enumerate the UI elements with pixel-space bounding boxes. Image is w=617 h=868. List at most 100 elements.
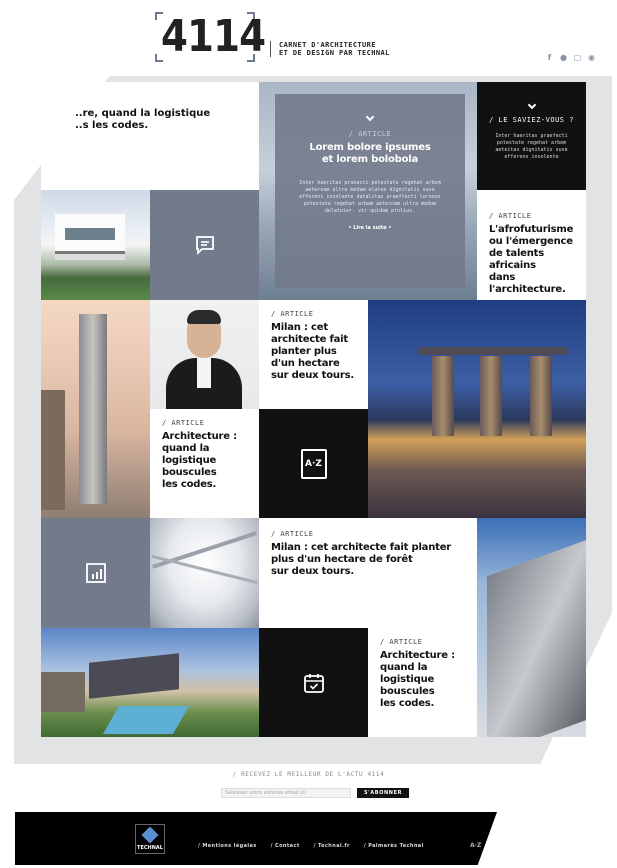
article-title-line: Architecture :: [162, 431, 237, 442]
partial-article-line: ..s les codes.: [75, 120, 149, 131]
tower-shape: [79, 314, 107, 504]
article-kicker: / ARTICLE: [271, 530, 314, 538]
article-kicker: / ARTICLE: [489, 212, 532, 220]
hero-overlay: / ARTICLE Lorem bolore ipsumes et lorem …: [275, 94, 465, 288]
footer-link-legal[interactable]: / Mentions légales: [198, 843, 257, 850]
tower-shape: [480, 356, 502, 436]
newsletter-email-input[interactable]: Saisissez votre adresse email ici: [221, 788, 351, 798]
article-title-line: sur deux tours.: [271, 370, 354, 381]
twitter-icon[interactable]: ●: [559, 53, 568, 62]
comment-tile[interactable]: [150, 190, 259, 300]
glossary-icon: A·Z: [300, 448, 327, 479]
facebook-icon[interactable]: f: [545, 53, 554, 62]
house-window: [65, 228, 115, 240]
atrium-photo[interactable]: [150, 518, 259, 628]
house-shape: [89, 653, 179, 699]
tagline-line: CARNET D'ARCHITECTURE: [279, 41, 376, 49]
article-title-line: bouscules: [380, 686, 435, 697]
architect-portrait-photo[interactable]: [150, 300, 259, 409]
article-kicker: / ARTICLE: [271, 310, 314, 318]
article-title-line: sur deux tours.: [271, 566, 354, 577]
afrofuturism-article-tile[interactable]: / ARTICLE L'afrofuturisme ou l'émergence…: [477, 190, 586, 300]
footer-link-technal[interactable]: / Technal.fr: [314, 843, 350, 850]
hero-title-line: Lorem bolore ipsumes: [309, 142, 431, 153]
hero-body: Inter haeritas prunecti potestate regeha…: [299, 180, 441, 214]
hero-title-line: et lorem bolobola: [321, 154, 419, 165]
technal-mark-icon: [141, 826, 159, 844]
newsletter-label: / RECEVEZ LE MEILLEUR DE L'ACTU 4114: [232, 771, 385, 778]
hero-tile[interactable]: / ARTICLE Lorem bolore ipsumes et lorem …: [259, 82, 477, 300]
article-title-line: Milan : cet: [271, 322, 328, 333]
portrait-shirt: [197, 358, 211, 388]
technal-brand: TECHNAL: [137, 845, 163, 851]
article-kicker: / ARTICLE: [380, 638, 423, 646]
hero-cta-link[interactable]: • Lire la suite •: [275, 225, 465, 232]
footer-glossary-link[interactable]: A·Z: [470, 842, 481, 850]
partial-article-tile[interactable]: ..re, quand la logistique ..s les codes.: [41, 82, 259, 190]
footer-links: / Mentions légales / Contact / Technal.f…: [198, 843, 424, 850]
instagram-icon[interactable]: ▢: [573, 53, 582, 62]
article-title-line: ou l'émergence: [489, 236, 573, 247]
subscribe-button[interactable]: S'ABONNER: [357, 788, 409, 798]
article-title-line: planter plus: [271, 346, 337, 357]
did-you-know-tile[interactable]: / LE SAVIEZ-VOUS ? Inter haeritas praefe…: [477, 82, 586, 190]
article-title-line: architecte fait: [271, 334, 348, 345]
stats-tile[interactable]: [41, 518, 150, 628]
article-title-line: Milan : cet architecte fait planter: [271, 542, 452, 553]
site-footer: TECHNAL / Mentions légales / Contact / T…: [15, 812, 497, 865]
calendar-icon: [303, 673, 324, 693]
article-title-line: les codes.: [380, 698, 435, 709]
article-title-line: de talents africains: [489, 248, 545, 271]
article-title-line: quand la logistique: [162, 443, 217, 466]
footer-link-palmares[interactable]: / Palmarès Technal: [364, 843, 424, 850]
pool-shape: [102, 706, 190, 734]
portrait-hair: [187, 310, 221, 324]
milan-article-tile[interactable]: / ARTICLE Milan : cet architecte fait pl…: [259, 300, 368, 409]
hero-kicker: / ARTICLE: [348, 130, 392, 138]
calendar-tile[interactable]: [259, 628, 368, 737]
logistics-article-tile-2[interactable]: / ARTICLE Architecture : quand la logist…: [368, 628, 477, 737]
glossary-label: A·Z: [305, 458, 322, 469]
tower-photo[interactable]: [41, 300, 150, 518]
article-title-line: les codes.: [162, 479, 217, 490]
atrium-rib: [151, 554, 258, 585]
site-logo[interactable]: 4114: [155, 10, 266, 64]
article-kicker: / ARTICLE: [162, 419, 205, 427]
milan-forest-article-tile[interactable]: / ARTICLE Milan : cet architecte fait pl…: [259, 518, 477, 628]
museum-facade-photo[interactable]: [477, 518, 586, 737]
logistics-article-tile[interactable]: / ARTICLE Architecture : quand la logist…: [150, 409, 259, 518]
tower-shape: [530, 356, 552, 436]
villa-pool-photo[interactable]: [41, 628, 259, 737]
glossary-tile[interactable]: A·Z: [259, 409, 368, 518]
facade-shape: [487, 539, 586, 737]
marina-bay-photo[interactable]: [368, 300, 586, 518]
footer-link-contact[interactable]: / Contact: [271, 843, 300, 850]
tagline-line: ET DE DESIGN PAR TECHNAL: [279, 49, 390, 57]
article-title-line: plus d'un hectare de forêt: [271, 554, 413, 565]
partial-article-line: ..re, quand la logistique: [75, 108, 211, 119]
social-links: f ● ▢ ◉: [545, 53, 596, 62]
chevron-down-icon: [365, 112, 375, 122]
did-you-know-kicker: / LE SAVIEZ-VOUS ?: [489, 116, 574, 124]
tower-shape: [432, 356, 454, 436]
article-title-line: L'afrofuturisme: [489, 224, 574, 235]
building-shape: [41, 390, 65, 510]
chevron-down-icon: [527, 100, 536, 110]
article-title-line: bouscules: [162, 467, 217, 478]
modern-house-photo[interactable]: [41, 190, 150, 300]
article-title-line: Architecture :: [380, 650, 455, 661]
site-tagline: CARNET D'ARCHITECTURE ET DE DESIGN PAR T…: [270, 41, 390, 57]
pinterest-icon[interactable]: ◉: [587, 53, 596, 62]
atrium-rib: [152, 531, 257, 569]
did-you-know-body: Inter haeritas praefecti potestate regeh…: [495, 133, 568, 160]
article-title-line: d'un hectare: [271, 358, 340, 369]
skypark-shape: [418, 347, 568, 355]
building-shape: [41, 672, 85, 712]
technal-logo[interactable]: TECHNAL: [135, 824, 165, 854]
article-title-line: quand la logistique: [380, 662, 435, 685]
article-title-line: dans l'architecture.: [489, 272, 566, 295]
logo-number: 4114: [161, 11, 266, 62]
chat-bubble-icon: [195, 236, 214, 256]
article-grid: ..re, quand la logistique ..s les codes.…: [41, 82, 586, 737]
bar-chart-icon: [85, 563, 106, 583]
